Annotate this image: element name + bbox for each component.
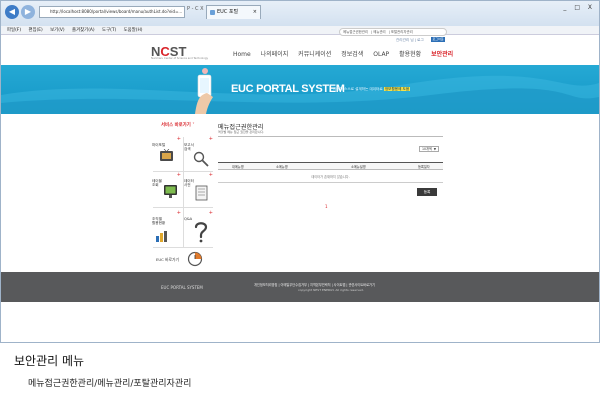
service-my-portal[interactable]: 마이포털 +: [151, 137, 181, 167]
nav-home[interactable]: Home: [233, 51, 251, 58]
tv-icon: [160, 149, 173, 161]
column-header[interactable]: 대메뉴명: [232, 164, 244, 169]
footer-logo: EUC PORTAL SYSTEM: [161, 285, 203, 290]
window-controls[interactable]: _ □ X: [563, 4, 595, 11]
page-favicon-icon: [210, 10, 215, 15]
menu-edit[interactable]: 편집(E): [28, 28, 42, 33]
clock-icon: [187, 251, 203, 267]
main-nav: Home 나의페이지 커뮤니케이션 정보검색 OLAP 활용현황 보안관리: [233, 49, 461, 58]
user-info: 관리관리 님 | 로그: [396, 38, 424, 42]
plus-icon: +: [208, 136, 213, 142]
nav-communication[interactable]: 커뮤니케이션: [298, 49, 331, 58]
nav-search[interactable]: 정보검색: [341, 49, 363, 58]
magnifier-icon: [193, 151, 209, 167]
service-report-search[interactable]: 보고서 검색 +: [183, 137, 213, 167]
subnav-menu-access[interactable]: 메뉴접근권한관리: [343, 30, 368, 34]
plus-icon: +: [208, 172, 213, 178]
site-footer: EUC PORTAL SYSTEM 개인정보처리방침 | 이메일무단수집거부 |…: [1, 272, 599, 302]
table-header: 대메뉴명 소메뉴명 소메뉴설명 등록일자: [218, 162, 443, 170]
menu-view[interactable]: 보기(V): [50, 28, 65, 33]
browser-window: ◀ ▶ http://localhost:8080/portal/views/b…: [0, 0, 600, 343]
question-icon: [194, 222, 208, 243]
subnav-portal-admin[interactable]: 포탈관리자관리: [391, 30, 413, 34]
banner-title: EUC PORTAL SYSTEM: [231, 83, 345, 95]
service-org-usage[interactable]: 조직별 활용현황 +: [151, 210, 181, 242]
title-divider: [218, 136, 443, 137]
logo-subtitle: Nurimaru Center of Science and Technolog…: [151, 57, 209, 60]
service-label: 조직별 활용현황: [152, 217, 166, 225]
plus-icon: +: [208, 210, 213, 216]
table-empty-message: 데이터가 존재하지 않습니다.: [218, 171, 443, 183]
book-icon: [195, 185, 208, 201]
back-icon[interactable]: ◀: [5, 5, 19, 19]
banner-subtitle: 사용자 스스로 설계하는 데이터로 정보활용에 도움: [333, 87, 411, 91]
url-controls[interactable]: P - C X: [187, 6, 204, 12]
hero-banner: EUC PORTAL SYSTEM 사용자 스스로 설계하는 데이터로 정보활용…: [1, 65, 599, 114]
address-bar: ◀ ▶ http://localhost:8080/portal/views/b…: [1, 1, 599, 26]
service-label: 보고서 검색: [184, 143, 194, 151]
service-label: 마이포털: [152, 143, 166, 147]
site-header: NCST Nurimaru Center of Science and Tech…: [1, 35, 599, 65]
sidebar-divider: [153, 207, 213, 208]
tab-title: EUC 포털: [217, 9, 239, 15]
browser-menu-bar: 파일(F) 편집(E) 보기(V) 즐겨찾기(A) 도구(T) 도움말(H): [1, 26, 599, 35]
browser-tab[interactable]: EUC 포털 ×: [206, 5, 261, 19]
plus-icon: +: [176, 136, 181, 142]
sidebar-divider: [153, 247, 213, 248]
service-shortcut-title[interactable]: 서비스 바로가기 ˅: [161, 122, 195, 128]
tab-close-icon[interactable]: ×: [253, 6, 257, 19]
footer-links[interactable]: 개인정보처리방침 | 이메일무단수집거부 | 지역본부연락처 | 사이트맵 | …: [254, 282, 375, 287]
column-header[interactable]: 등록일자: [418, 164, 430, 169]
page-size-value: 10개씩: [422, 147, 432, 151]
plus-icon: +: [176, 172, 181, 178]
pagination-current-page[interactable]: 1: [325, 204, 328, 209]
sub-nav-dropdown: 메뉴접근권한관리 | 메뉴관리 | 포탈관리자관리: [339, 28, 447, 36]
page-size-select[interactable]: 10개씩 ▼: [419, 146, 439, 152]
nav-security[interactable]: 보안관리: [431, 49, 453, 58]
caption-subtitle: 메뉴접근권한관리/메뉴관리/포탈관리자관리: [28, 379, 192, 389]
column-header[interactable]: 소메뉴명: [276, 164, 288, 169]
logout-button[interactable]: 로그아웃: [431, 37, 445, 42]
service-table-view[interactable]: 테이블 조회 +: [151, 173, 181, 203]
nav-mypage[interactable]: 나의페이지: [261, 49, 289, 58]
register-button[interactable]: 등록: [417, 188, 437, 196]
nav-olap[interactable]: OLAP: [373, 51, 389, 58]
caption-title: 보안관리 메뉴: [14, 354, 85, 368]
subnav-menu-manage[interactable]: 메뉴관리: [373, 30, 385, 34]
forward-icon[interactable]: ▶: [21, 5, 35, 19]
column-header[interactable]: 소메뉴설명: [351, 164, 366, 169]
footer-copyright: copyright NEST ENERGY. All rights reserv…: [298, 288, 364, 292]
menu-file[interactable]: 파일(F): [7, 28, 21, 33]
sidebar-divider: [153, 171, 213, 172]
menu-tools[interactable]: 도구(T): [102, 28, 116, 33]
menu-favorites[interactable]: 즐겨찾기(A): [72, 28, 95, 33]
url-field[interactable]: http://localhost:8080/portal/views/board…: [39, 6, 185, 18]
chevron-down-icon: ▼: [433, 147, 436, 151]
site-logo[interactable]: NCST Nurimaru Center of Science and Tech…: [151, 44, 208, 62]
service-qna[interactable]: Q&A +: [183, 210, 213, 243]
bar-chart-icon: [156, 231, 167, 242]
page-description: 역할별 메뉴 접근 권한을 관리합니다.: [218, 130, 265, 134]
monitor-icon: [164, 185, 177, 198]
service-data-dictionary[interactable]: 데이터 사전 +: [183, 173, 213, 203]
menu-help[interactable]: 도움말(H): [124, 28, 143, 33]
euc-shortcut-link[interactable]: EUC 바로가기: [156, 257, 179, 263]
nav-usage[interactable]: 활용현황: [399, 49, 421, 58]
plus-icon: +: [176, 210, 181, 216]
